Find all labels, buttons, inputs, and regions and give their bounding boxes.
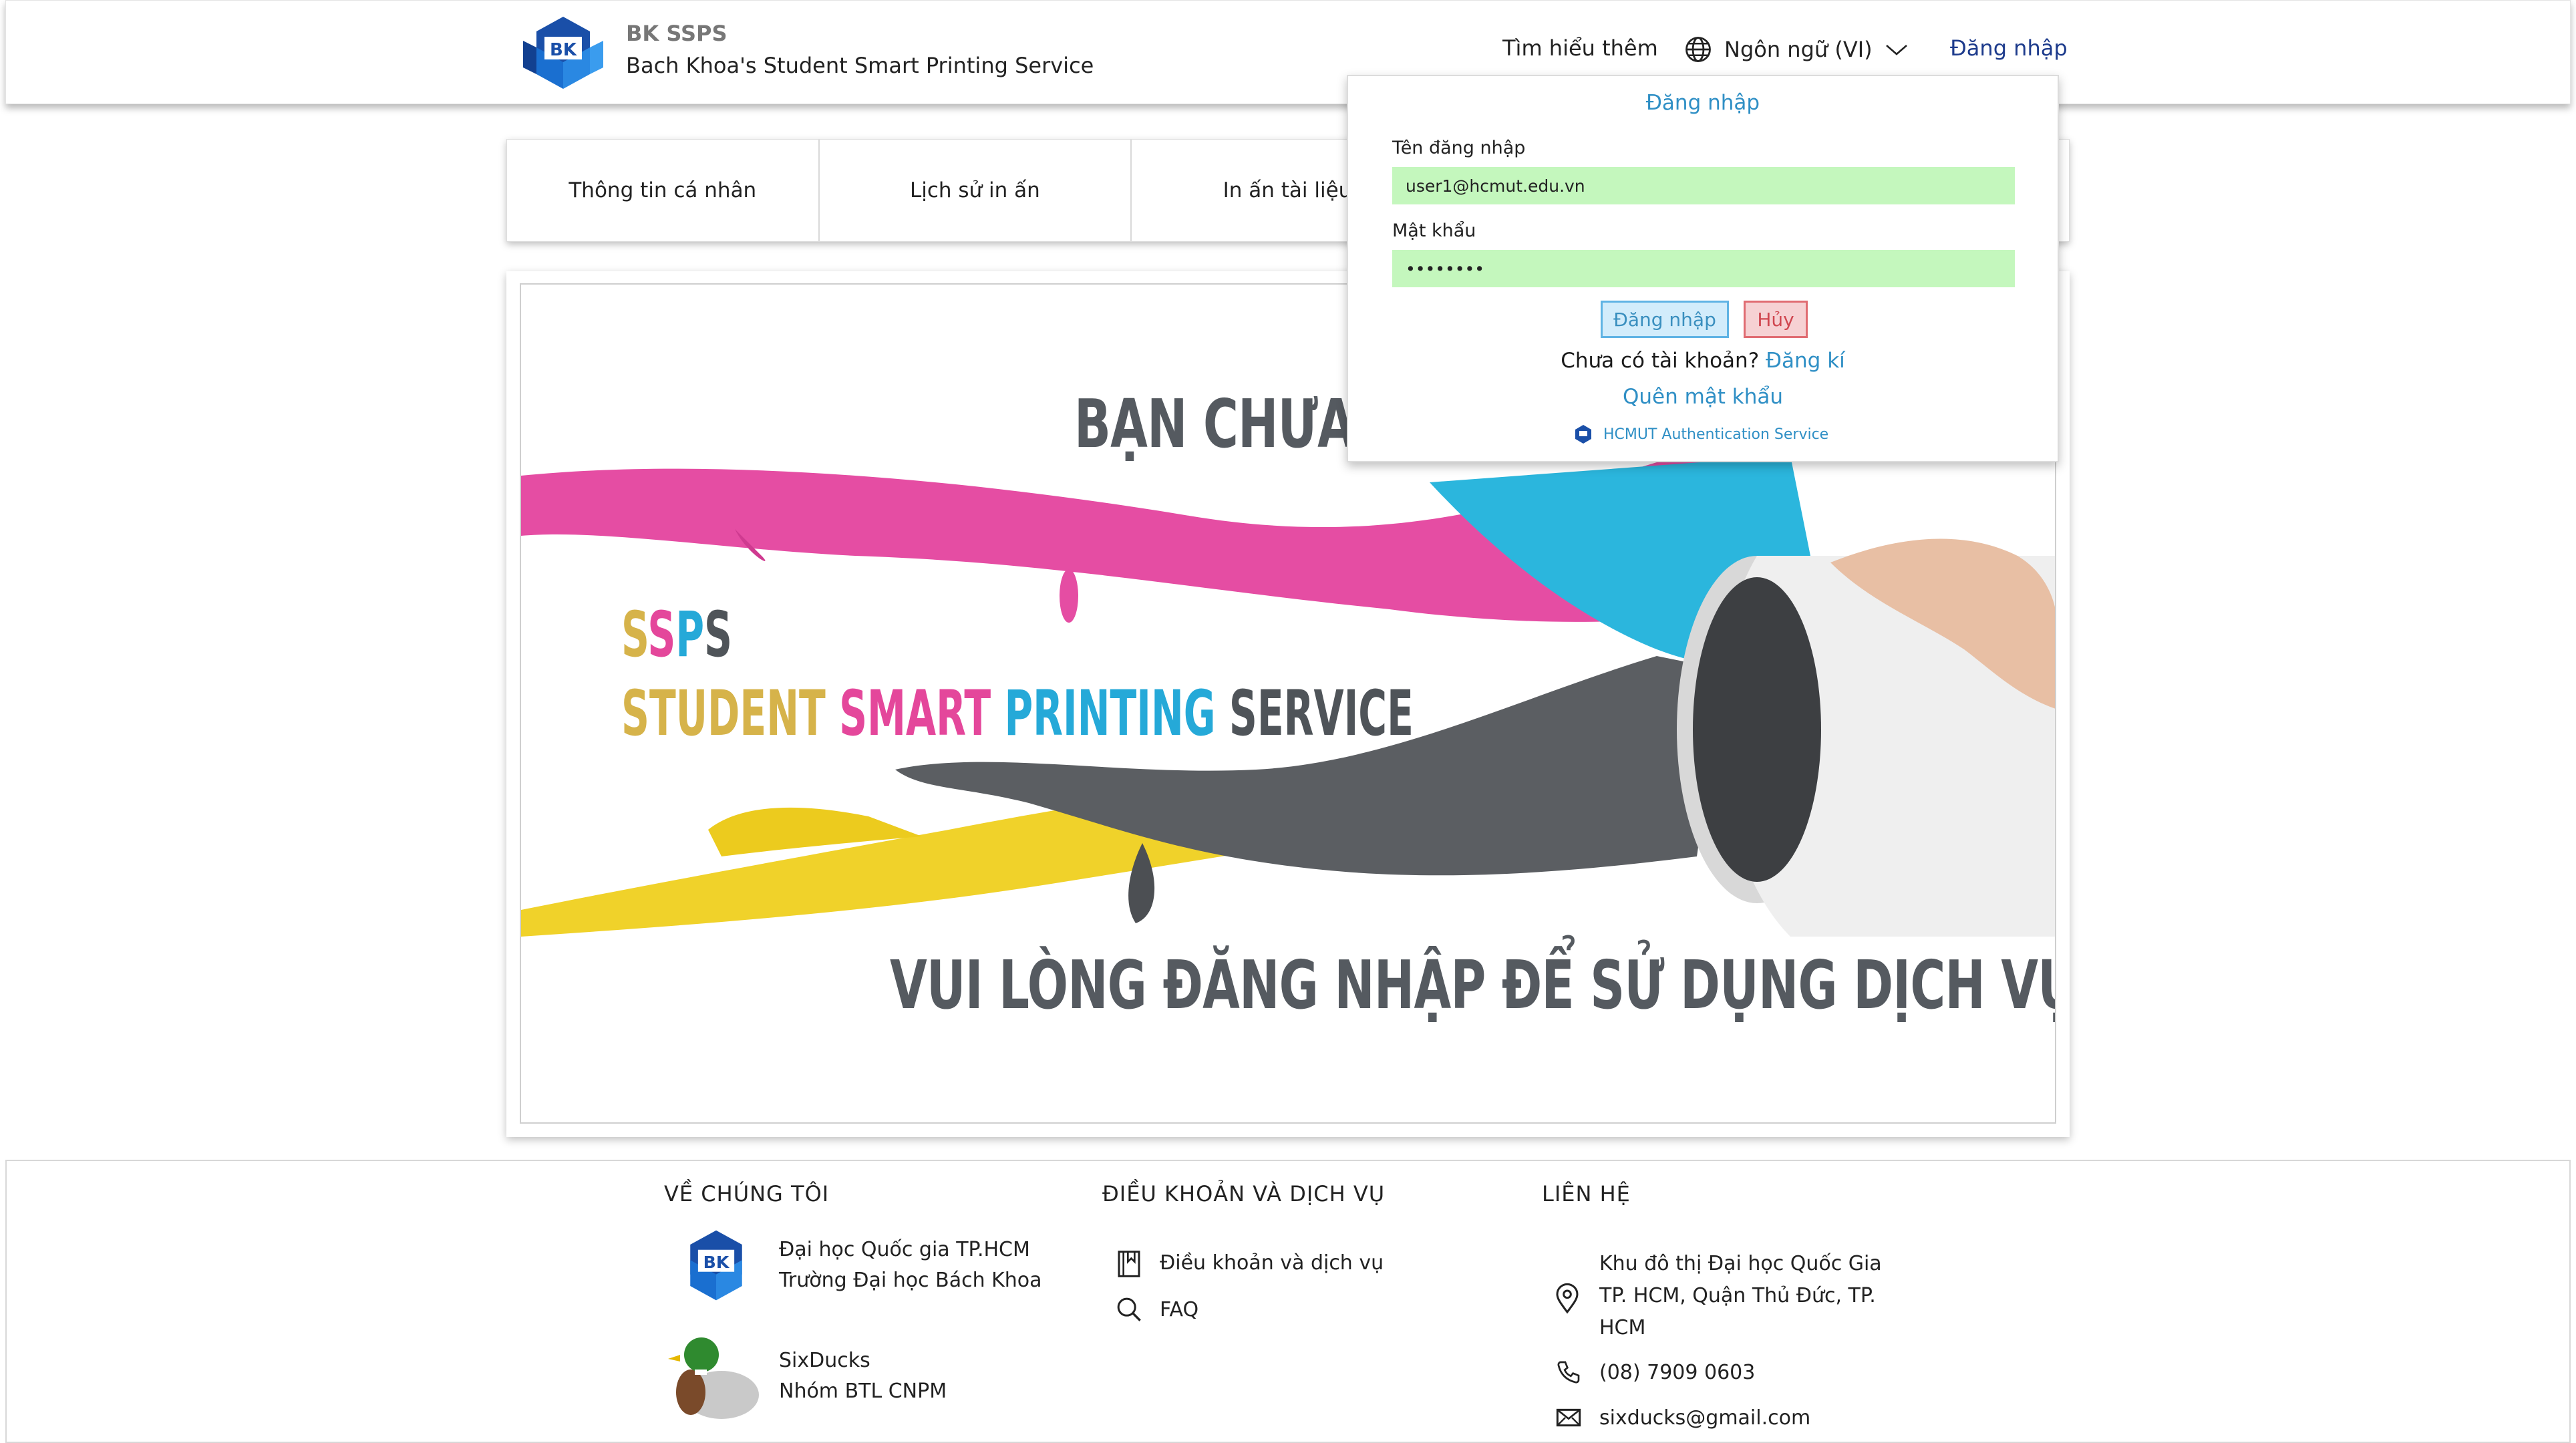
- book-icon: [1118, 1251, 1140, 1277]
- footer-address-line1: Khu đô thị Đại học Quốc Gia: [1599, 1252, 1882, 1275]
- slogan-word-printing: PRINTING: [1004, 677, 1216, 750]
- footer-org: Đại học Quốc gia TP.HCM Trường Đại học B…: [779, 1235, 1042, 1296]
- learn-more-link[interactable]: Tìm hiểu thêm: [1502, 35, 1658, 61]
- cancel-button[interactable]: Hủy: [1744, 301, 1808, 338]
- location-pin-icon: [1556, 1283, 1579, 1314]
- header-login-link[interactable]: Đăng nhập: [1950, 35, 2068, 61]
- footer-phone[interactable]: (08) 7909 0603: [1599, 1357, 1755, 1388]
- no-account-text: Chưa có tài khoản?: [1561, 349, 1760, 373]
- slogan-full: STUDENT SMART PRINTING SERVICE: [621, 677, 1414, 750]
- brand-title: BK SSPS: [626, 21, 728, 46]
- footer-address: Khu đô thị Đại học Quốc Gia TP. HCM, Quậ…: [1599, 1248, 1882, 1344]
- login-button[interactable]: Đăng nhập: [1601, 301, 1729, 338]
- footer-team-line2: Nhóm BTL CNPM: [779, 1380, 947, 1403]
- password-input[interactable]: [1392, 250, 2015, 287]
- hcmut-logo-icon: [1575, 425, 1591, 444]
- footer-address-line3: HCM: [1599, 1316, 1646, 1339]
- footer-terms-heading: ĐIỀU KHOẢN VÀ DỊCH VỤ: [1102, 1181, 1386, 1207]
- banner-footer-text: VUI LÒNG ĐĂNG NHẬP ĐỂ SỬ DỤNG DỊCH VỤ: [890, 946, 2056, 1024]
- footer-about-heading: VỀ CHÚNG TÔI: [664, 1181, 830, 1207]
- footer-org-line2: Trường Đại học Bách Khoa: [779, 1269, 1042, 1292]
- slogan-word-service: SERVICE: [1229, 677, 1414, 750]
- slogan-letter: S: [647, 599, 676, 671]
- slogan-word-student: STUDENT: [621, 677, 826, 750]
- slogan-short: SSPS: [621, 599, 732, 671]
- slogan-letter: S: [704, 599, 733, 671]
- language-label: Ngôn ngữ (VI): [1724, 37, 1873, 62]
- phone-icon: [1557, 1361, 1580, 1384]
- login-popup-title: Đăng nhập: [1645, 91, 1760, 115]
- footer-email[interactable]: sixducks@gmail.com: [1599, 1403, 1810, 1434]
- login-popup: Đăng nhập Tên đăng nhập Mật khẩu Đăng nh…: [1347, 75, 2059, 462]
- hcmut-auth-link[interactable]: HCMUT Authentication Service: [1573, 424, 1828, 445]
- mail-icon: [1556, 1408, 1581, 1427]
- footer-contact-heading: LIÊN HỆ: [1542, 1181, 1631, 1207]
- slogan-word-smart: SMART: [839, 677, 991, 750]
- duck-icon: [668, 1337, 759, 1419]
- brand-subtitle: Bach Khoa's Student Smart Printing Servi…: [626, 53, 1094, 78]
- footer-terms-link[interactable]: Điều khoản và dịch vụ: [1160, 1248, 1384, 1279]
- slogan-letter: P: [675, 599, 705, 671]
- language-selector[interactable]: Ngôn ngữ (VI): [1684, 35, 1909, 63]
- bk-logo-icon[interactable]: BK: [520, 15, 606, 90]
- svg-text:BK: BK: [703, 1253, 730, 1272]
- footer-address-line2: TP. HCM, Quận Thủ Đức, TP.: [1599, 1284, 1876, 1307]
- register-link[interactable]: Đăng kí: [1766, 349, 1845, 373]
- footer-team-line1: SixDucks: [779, 1349, 870, 1372]
- password-label: Mật khẩu: [1392, 220, 1476, 241]
- top-header: BK BK SSPS Bach Khoa's Student Smart Pri…: [5, 0, 2571, 104]
- svg-text:BK: BK: [550, 40, 577, 60]
- globe-icon: [1685, 37, 1711, 62]
- slogan-letter: S: [621, 599, 648, 671]
- search-icon: [1117, 1297, 1141, 1321]
- username-input[interactable]: [1392, 167, 2015, 204]
- tab-print-history[interactable]: Lịch sử in ấn: [820, 140, 1132, 241]
- footer: VỀ CHÚNG TÔI BK Đại học Quốc gia TP.HCM …: [5, 1160, 2571, 1443]
- auth-service-label: HCMUT Authentication Service: [1603, 426, 1829, 443]
- bk-logo-icon: BK: [690, 1230, 742, 1301]
- footer-faq-link[interactable]: FAQ: [1160, 1295, 1198, 1325]
- footer-team: SixDucks Nhóm BTL CNPM: [779, 1345, 947, 1407]
- forgot-password-link[interactable]: Quên mật khẩu: [1348, 385, 2058, 409]
- footer-org-line1: Đại học Quốc gia TP.HCM: [779, 1238, 1030, 1261]
- chevron-down-icon: [1885, 45, 1907, 55]
- register-prompt: Chưa có tài khoản? Đăng kí: [1348, 349, 2058, 373]
- username-label: Tên đăng nhập: [1392, 138, 1526, 158]
- tab-personal-info[interactable]: Thông tin cá nhân: [507, 140, 820, 241]
